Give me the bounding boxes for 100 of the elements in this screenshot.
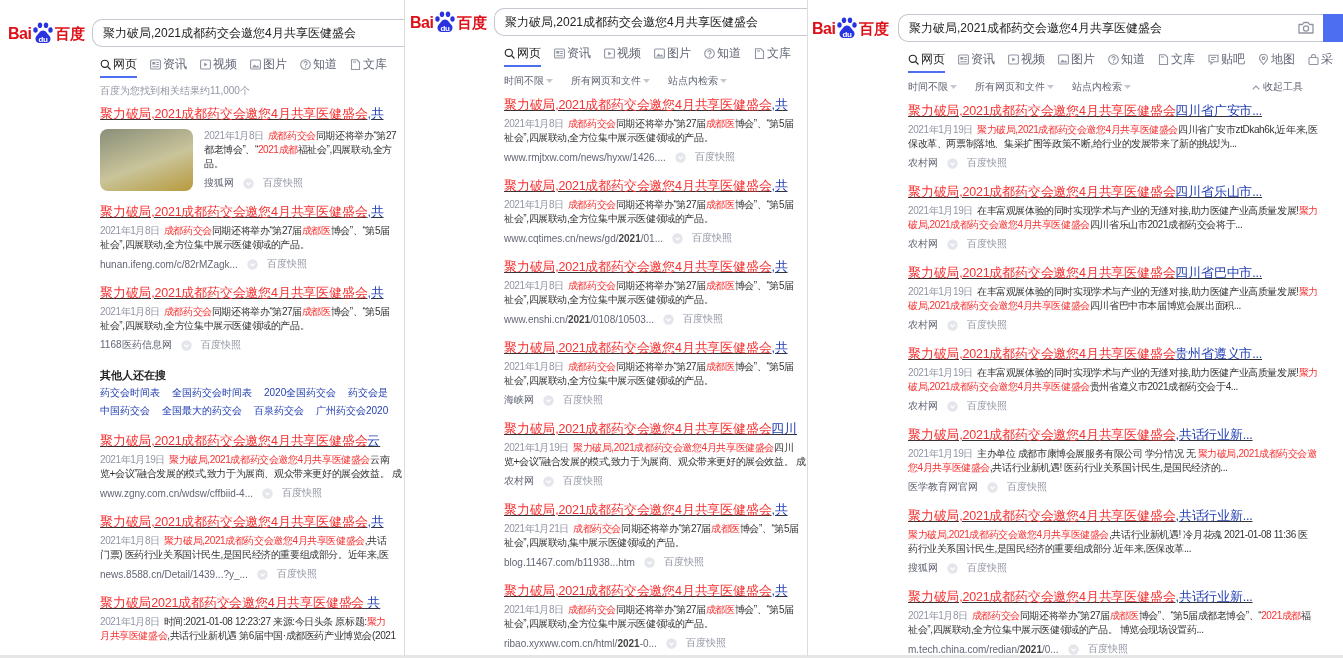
tab[interactable]: 视频 [604, 45, 641, 67]
related-searches-heading: 其他人还在搜 [100, 368, 167, 383]
snapshot-link[interactable]: 百度快照 [967, 561, 1007, 575]
tab[interactable]: 文库 [754, 45, 791, 67]
snapshot-link[interactable]: 百度快照 [683, 312, 724, 326]
snippet-line: 2021年1月19日 主办单位 成都市康博会展服务有限公司 学分情况 无 聚力破局,2021成都药交会邀 [908, 447, 1317, 461]
result-title-link[interactable]: 聚力破局2021成都药交会邀您4月共享医健盛会 共 [100, 593, 404, 613]
snapshot-link[interactable]: 百度快照 [266, 257, 307, 271]
location-pin-icon [1258, 53, 1269, 65]
search-field[interactable]: 聚力破局,2021成都药交会邀您4月共享医健盛会 [494, 8, 807, 36]
result-title-link[interactable]: 聚力破局,2021成都药交会邀您4月共享医健盛会,共 [100, 283, 404, 303]
related-search-link[interactable]: 百泉药交会 [254, 402, 304, 420]
result-title-link[interactable]: 聚力破局,2021成都药交会邀您4月共享医健盛会,共话行业新... [908, 506, 1343, 526]
related-search-link[interactable]: 广州药交会2020 [316, 402, 389, 420]
tab[interactable]: 网页 [100, 56, 137, 78]
result-title-link[interactable]: 聚力破局,2021成都药交会邀您4月共享医健盛会,共 [504, 257, 807, 277]
tab[interactable]: 资讯 [958, 51, 995, 73]
result-title-link[interactable]: 聚力破局,2021成都药交会邀您4月共享医健盛会四川省广安市... [908, 101, 1343, 121]
result-source: hunan.ifeng.com/c/82rMZagk... [100, 258, 238, 270]
snapshot-link[interactable]: 百度快照 [282, 486, 322, 500]
snapshot-link[interactable]: 百度快照 [200, 338, 241, 352]
search-button[interactable] [1323, 14, 1343, 42]
result-title-link[interactable]: 聚力破局,2021成都药交会邀您4月共享医健盛会云 [100, 431, 404, 451]
snapshot-link[interactable]: 百度快照 [967, 156, 1007, 170]
result-title-link[interactable]: 聚力破局,2021成都药交会邀您4月共享医健盛会四川省乐山市... [908, 182, 1343, 202]
snapshot-link[interactable]: 百度快照 [263, 176, 303, 190]
snapshot-link[interactable]: 百度快照 [685, 636, 726, 650]
snippet-line: 门票) 医药行业关系国计民生,是国民经济的重要组成部分。近年来,医 [100, 548, 389, 562]
result-source: 搜狐网 [204, 176, 234, 190]
snapshot-link[interactable]: 百度快照 [1087, 642, 1128, 655]
tab[interactable]: 资讯 [554, 45, 591, 67]
search-field[interactable]: 聚力破局,2021成都药交会邀您4月共享医健盛会 [898, 14, 1323, 42]
search-field[interactable]: 聚力破局,2021成都药交会邀您4月共享医健盛会 [92, 19, 404, 47]
caret-icon [643, 79, 650, 83]
result-title-link[interactable]: 聚力破局,2021成都药交会邀您4月共享医健盛会,共 [504, 95, 807, 115]
related-search-link[interactable]: 药交会时间表 [100, 384, 160, 402]
tab[interactable]: 资讯 [150, 56, 187, 78]
snapshot-link[interactable]: 百度快照 [563, 393, 603, 407]
result-title-link[interactable]: 聚力破局,2021成都药交会邀您4月共享医健盛会,共 [504, 581, 807, 601]
filter-dropdown[interactable]: 所有网页和文件 [975, 79, 1054, 95]
result-title-link[interactable]: 聚力破局,2021成都药交会邀您4月共享医健盛会,共 [100, 512, 404, 532]
snapshot-link[interactable]: 百度快照 [1007, 480, 1047, 494]
related-search-link[interactable]: 2020全国药交会 [264, 384, 337, 402]
tab[interactable]: 知道 [704, 45, 741, 67]
snippet-line: 览+会议”融合发展的模式,致力于为展商、观众带来更好的展会效益。 成 [504, 455, 806, 469]
snapshot-link[interactable]: 百度快照 [692, 231, 732, 245]
result-title-link[interactable]: 聚力破局,2021成都药交会邀您4月共享医健盛会四川 [504, 419, 807, 439]
snapshot-link[interactable]: 百度快照 [276, 567, 317, 581]
tab[interactable]: 知道 [1108, 51, 1145, 73]
related-search-link[interactable]: 全国药交会时间表 [172, 384, 252, 402]
caret-icon [720, 79, 727, 83]
snapshot-link[interactable]: 百度快照 [967, 399, 1007, 413]
snapshot-link[interactable]: 百度快照 [967, 237, 1007, 251]
result-source: 农村网 [504, 474, 534, 488]
tab[interactable]: 采 [1308, 51, 1333, 73]
collapse-tools-button[interactable]: 收起工具 [1252, 79, 1303, 95]
snippet-line: 2021年1月21日 成都药交会同期还将举办“第27届成都医博会”、“第5届 [504, 522, 799, 536]
snapshot-link[interactable]: 百度快照 [563, 474, 603, 488]
snippet-line: 破局,2021成都药交会邀您4月共享医健盛会四川省乐山市2021成都药交会将于... [908, 218, 1244, 232]
tab[interactable]: 视频 [1008, 51, 1045, 73]
snapshot-link[interactable]: 百度快照 [967, 318, 1007, 332]
related-search-link[interactable]: 中国药交会 [100, 402, 150, 420]
tab[interactable]: 文库 [1158, 51, 1195, 73]
tab[interactable]: 知道 [300, 56, 337, 78]
related-search-link[interactable]: 药交会是 [348, 384, 389, 402]
result-title-link[interactable]: 聚力破局,2021成都药交会邀您4月共享医健盛会,共话行业新... [908, 587, 1343, 607]
result-title-link[interactable]: 聚力破局,2021成都药交会邀您4月共享医健盛会贵州省遵义市... [908, 344, 1343, 364]
tab[interactable]: 文库 [350, 56, 387, 78]
result-count: 百度为您找到相关结果约11,000个 [100, 84, 251, 98]
tab[interactable]: 视频 [200, 56, 237, 78]
snippet-line: 2021年1月19日 在丰富观展体验的同时实现学术与产业的无缝对接,助力医健产业高质量发展!聚力 [908, 204, 1318, 218]
result-title-link[interactable]: 聚力破局,2021成都药交会邀您4月共享医健盛会,共 [100, 104, 404, 124]
tab[interactable]: 图片 [654, 45, 691, 67]
tab[interactable]: 图片 [250, 56, 287, 78]
result-title-link[interactable]: 聚力破局,2021成都药交会邀您4月共享医健盛会,共 [504, 176, 807, 196]
related-search-link[interactable]: 全国最大的药交会 [162, 402, 242, 420]
result-title-link[interactable]: 聚力破局,2021成都药交会邀您4月共享医健盛会,共 [504, 338, 807, 358]
result-source: blog.11467.com/b11938...htm [504, 556, 635, 568]
tab[interactable]: 图片 [1058, 51, 1095, 73]
snapshot-link[interactable]: 百度快照 [663, 555, 704, 569]
result-title-link[interactable]: 聚力破局,2021成都药交会邀您4月共享医健盛会,共 [100, 202, 404, 222]
snippet-line: 2021年1月8日 成都药交会同期还将举办“第27届成都医博会”、“第5届 [100, 305, 390, 319]
result-title-link[interactable]: 聚力破局,2021成都药交会邀您4月共享医健盛会,共 [504, 500, 807, 520]
filter-dropdown[interactable]: 时间不限 [908, 79, 957, 95]
filter-dropdown[interactable]: 时间不限 [504, 73, 553, 89]
tab[interactable]: 地图 [1258, 51, 1295, 73]
snapshot-link[interactable]: 百度快照 [694, 150, 735, 164]
result-source: ribao.xyxww.com.cn/html/2021-0... [504, 637, 657, 649]
tab[interactable]: 贴吧 [1208, 51, 1245, 73]
result-title-link[interactable]: 聚力破局,2021成都药交会邀您4月共享医健盛会,共话行业新... [908, 425, 1343, 445]
filter-dropdown[interactable]: 所有网页和文件 [571, 73, 650, 89]
logo: Bai du 百度 [0, 22, 92, 44]
filter-dropdown[interactable]: 站点内检索 [1072, 79, 1131, 95]
result-title-link[interactable]: 聚力破局,2021成都药交会邀您4月共享医健盛会四川省巴中市... [908, 263, 1343, 283]
snippet-line: 您4月共享医健盛会,共话行业新机遇! 医药行业关系国计民生,是国民经济的... [908, 461, 1229, 475]
tab[interactable]: 网页 [908, 51, 945, 73]
tab[interactable]: 网页 [504, 45, 541, 67]
snippet-line: 祉会”,四展联动,全方位集中展示医健领域的产品。 [504, 374, 715, 388]
play-icon [200, 58, 211, 70]
filter-dropdown[interactable]: 站点内检索 [668, 73, 727, 89]
